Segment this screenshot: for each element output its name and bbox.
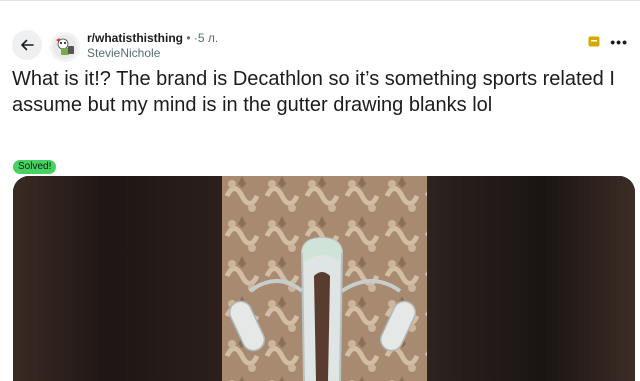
post-title: What is it!? The brand is Decathlon so i…: [12, 68, 615, 116]
subreddit-link[interactable]: r/whatisthisthing: [87, 31, 183, 45]
image-blur-right: [427, 176, 635, 381]
post-age-value: 5 л.: [197, 31, 219, 45]
more-options-button[interactable]: •••: [610, 35, 628, 49]
subreddit-avatar-icon[interactable]: [50, 32, 80, 62]
post-meta: r/whatisthisthing • ·5 л. StevieNichole: [87, 31, 218, 61]
meta-separator: •: [186, 31, 191, 45]
post-header: r/whatisthisthing • ·5 л. StevieNichole …: [12, 30, 628, 64]
image-blur-left: [13, 176, 222, 381]
post-age: ·5 л.: [193, 31, 219, 45]
post-image[interactable]: [13, 176, 635, 381]
post-flair-badge[interactable]: Solved!: [13, 160, 57, 174]
mod-shield-icon[interactable]: [588, 36, 600, 47]
arrow-left-icon: [21, 39, 34, 51]
post-actions: •••: [588, 35, 628, 49]
author-link[interactable]: StevieNichole: [87, 46, 218, 61]
subreddit-row: r/whatisthisthing • ·5 л.: [87, 31, 218, 46]
top-divider: [0, 0, 640, 1]
back-button[interactable]: [12, 30, 42, 60]
image-content: [222, 176, 427, 381]
